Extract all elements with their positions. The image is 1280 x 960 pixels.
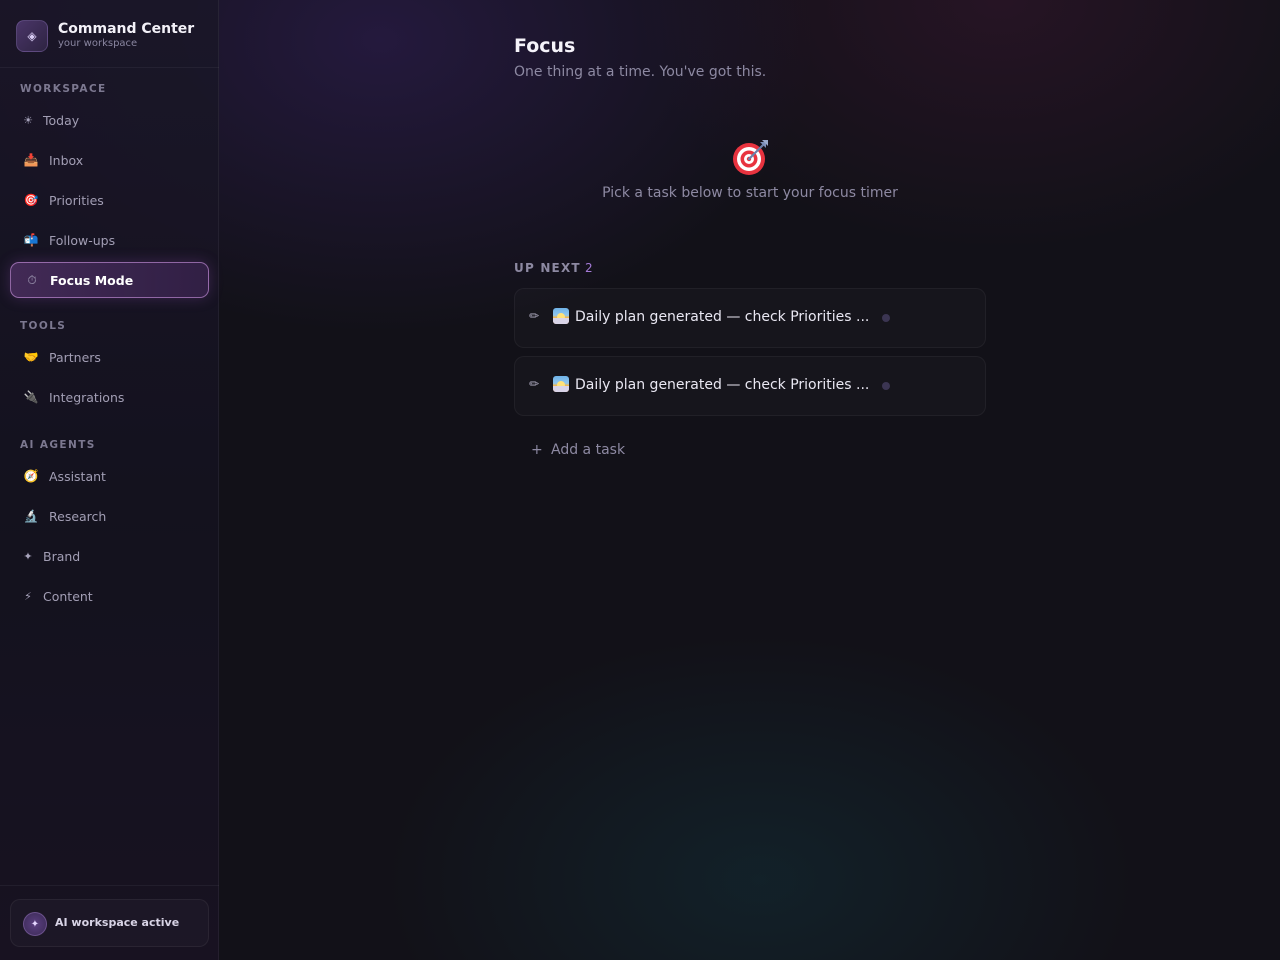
sidebar-item-brand[interactable]: ✦ Brand	[10, 538, 209, 574]
sidebar-item-today[interactable]: ☀ Today	[10, 102, 209, 138]
page-title: Focus	[514, 35, 576, 57]
task-card[interactable]: ✏ Daily plan generated — check Prioritie…	[514, 288, 986, 348]
sun-icon: ☀	[23, 113, 33, 127]
sidebar-item-label: Integrations	[49, 389, 125, 405]
sidebar-item-label: Content	[43, 588, 93, 604]
page-subtitle: One thing at a time. You've got this.	[514, 64, 767, 80]
sidebar-item-focus-mode[interactable]: ⏱ Focus Mode	[10, 262, 209, 298]
section-label-workspace: WORKSPACE	[20, 83, 107, 95]
microscope-icon: 🔬	[23, 509, 39, 523]
lightning-icon: ⚡	[24, 589, 32, 603]
sidebar-item-label: Partners	[49, 349, 101, 365]
inbox-tray-icon: 📥	[23, 153, 39, 167]
task-status-dot	[882, 382, 890, 390]
add-task-button[interactable]: + Add a task	[514, 430, 986, 472]
mailbox-icon: 📬	[23, 233, 39, 247]
sidebar-item-priorities[interactable]: 🎯 Priorities	[10, 182, 209, 218]
sidebar-item-content[interactable]: ⚡ Content	[10, 578, 209, 614]
plus-icon: +	[531, 442, 543, 458]
up-next-label: UP NEXT	[514, 261, 581, 275]
plug-icon: 🔌	[23, 390, 39, 404]
sidebar-item-label: Priorities	[49, 192, 104, 208]
sidebar-item-label: Assistant	[49, 468, 106, 484]
add-task-label: Add a task	[551, 442, 626, 458]
up-next-count: 2	[585, 261, 593, 275]
brand-header: ◈ Command Center your workspace	[0, 0, 219, 68]
sidebar-item-assistant[interactable]: 🧭 Assistant	[10, 458, 209, 494]
sidebar-item-inbox[interactable]: 📥 Inbox	[10, 142, 209, 178]
status-text: AI workspace active	[55, 916, 180, 929]
sparkle-icon: ✦	[23, 549, 33, 563]
task-title: Daily plan generated — check Priorities …	[575, 309, 870, 325]
sidebar-item-label: Today	[43, 112, 80, 128]
task-title: Daily plan generated — check Priorities …	[575, 377, 870, 393]
stopwatch-icon: ⏱	[27, 272, 37, 287]
handshake-icon: 🤝	[23, 350, 39, 364]
sidebar-item-label: Follow-ups	[49, 232, 116, 248]
sunrise-icon	[553, 376, 569, 392]
sidebar-item-label: Research	[49, 508, 107, 524]
sidebar-item-integrations[interactable]: 🔌 Integrations	[10, 379, 209, 415]
task-card[interactable]: ✏ Daily plan generated — check Prioritie…	[514, 356, 986, 416]
compass-icon: 🧭	[23, 469, 39, 483]
section-label-ai-agents: AI AGENTS	[20, 439, 96, 451]
sidebar-footer: ✦ AI workspace active	[0, 885, 219, 960]
section-label-tools: TOOLS	[20, 320, 67, 332]
sunrise-icon	[553, 308, 569, 324]
sidebar-item-label: Focus Mode	[50, 272, 134, 288]
sidebar-item-partners[interactable]: 🤝 Partners	[10, 339, 209, 375]
diamond-icon[interactable]: ◈	[16, 20, 48, 52]
target-icon	[733, 140, 768, 175]
app-title: Command Center	[58, 21, 195, 37]
pencil-icon[interactable]: ✏	[529, 377, 539, 391]
sidebar-item-follow-ups[interactable]: 📬 Follow-ups	[10, 222, 209, 258]
sidebar-item-label: Brand	[43, 548, 81, 564]
app-subtitle: your workspace	[58, 38, 138, 49]
workspace-status[interactable]: ✦ AI workspace active	[10, 899, 209, 947]
sidebar-item-label: Inbox	[49, 152, 84, 168]
task-status-dot	[882, 314, 890, 322]
sidebar: ◈ Command Center your workspace WORKSPAC…	[0, 0, 219, 960]
focus-hint: Pick a task below to start your focus ti…	[602, 185, 898, 201]
sparkle-icon: ✦	[23, 912, 47, 936]
target-icon: 🎯	[23, 193, 39, 207]
sidebar-item-research[interactable]: 🔬 Research	[10, 498, 209, 534]
pencil-icon[interactable]: ✏	[529, 309, 539, 323]
